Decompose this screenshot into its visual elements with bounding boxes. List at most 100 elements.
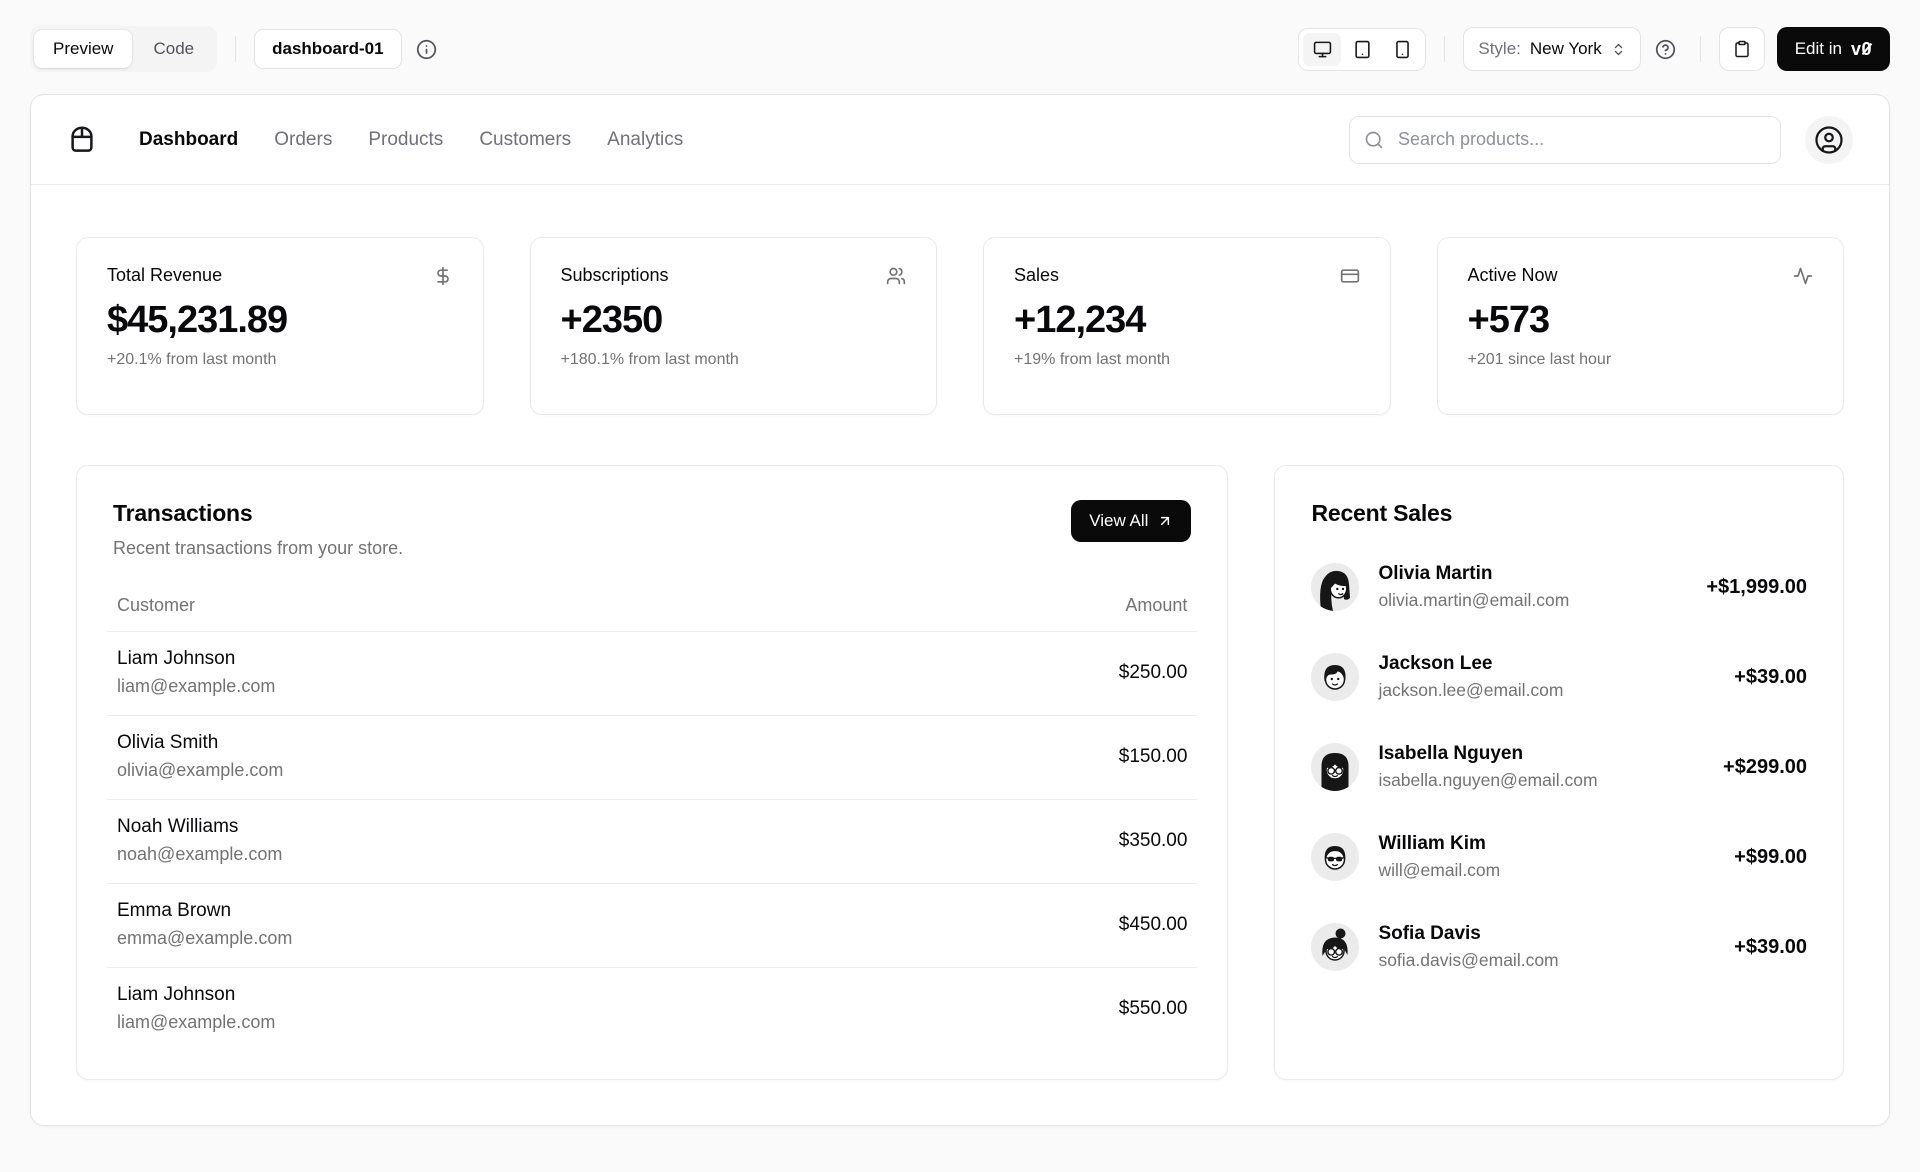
customer-name: Olivia Smith bbox=[117, 732, 847, 754]
view-all-button[interactable]: View All bbox=[1071, 500, 1191, 542]
stat-label: Subscriptions bbox=[561, 265, 669, 286]
circle-user-icon bbox=[1814, 125, 1844, 155]
stat-card-total-revenue: Total Revenue $45,231.89 +20.1% from las… bbox=[76, 237, 484, 415]
customer-email: noah@example.com bbox=[117, 844, 847, 865]
search-icon bbox=[1364, 130, 1384, 150]
main-nav: Dashboard Orders Products Customers Anal… bbox=[139, 129, 683, 151]
stat-card-sales: Sales +12,234 +19% from last month bbox=[983, 237, 1391, 415]
nav-customers[interactable]: Customers bbox=[479, 129, 571, 151]
nav-products[interactable]: Products bbox=[368, 129, 443, 151]
sale-customer-email: will@email.com bbox=[1378, 860, 1500, 881]
stat-change: +180.1% from last month bbox=[561, 351, 907, 369]
recent-sale-item: Jackson Lee jackson.lee@email.com +$39.0… bbox=[1311, 653, 1807, 701]
sale-customer-name: Jackson Lee bbox=[1378, 653, 1563, 675]
tablet-icon bbox=[1353, 40, 1372, 59]
stat-change: +19% from last month bbox=[1014, 351, 1360, 369]
customer-email: liam@example.com bbox=[117, 676, 847, 697]
credit-card-icon bbox=[1340, 266, 1360, 286]
help-icon-button[interactable] bbox=[1649, 33, 1682, 66]
edit-in-v0-button[interactable]: Edit in v0 bbox=[1777, 27, 1890, 71]
monitor-icon bbox=[1313, 40, 1332, 59]
style-select-value: New York bbox=[1530, 39, 1602, 59]
recent-sales-title: Recent Sales bbox=[1311, 500, 1807, 527]
avatar-william-kim bbox=[1311, 833, 1359, 881]
nav-orders[interactable]: Orders bbox=[274, 129, 332, 151]
toolbar-divider bbox=[1444, 36, 1445, 62]
transaction-amount: $150.00 bbox=[857, 716, 1198, 800]
users-icon bbox=[886, 266, 906, 286]
sale-customer-email: olivia.martin@email.com bbox=[1378, 590, 1569, 611]
customer-email: emma@example.com bbox=[117, 928, 847, 949]
avatar-sofia-davis bbox=[1311, 923, 1359, 971]
view-all-label: View All bbox=[1089, 511, 1148, 531]
sale-customer-email: sofia.davis@email.com bbox=[1378, 950, 1558, 971]
transaction-row: Olivia Smith olivia@example.com $150.00 bbox=[107, 716, 1197, 800]
avatar-jackson-lee bbox=[1311, 653, 1359, 701]
recent-sale-item: William Kim will@email.com +$99.00 bbox=[1311, 833, 1807, 881]
sale-amount: +$99.00 bbox=[1734, 846, 1807, 869]
user-menu-button[interactable] bbox=[1805, 116, 1853, 164]
clipboard-icon bbox=[1733, 40, 1751, 58]
stat-value: +2350 bbox=[561, 299, 907, 342]
transaction-row: Liam Johnson liam@example.com $250.00 bbox=[107, 632, 1197, 716]
customer-name: Liam Johnson bbox=[117, 648, 847, 670]
smartphone-icon bbox=[1393, 40, 1412, 59]
table-header-row: Customer Amount bbox=[107, 595, 1197, 632]
sale-customer-name: William Kim bbox=[1378, 833, 1500, 855]
sale-amount: +$299.00 bbox=[1723, 756, 1807, 779]
dashboard-frame: Dashboard Orders Products Customers Anal… bbox=[30, 94, 1890, 1126]
code-tab[interactable]: Code bbox=[134, 30, 213, 68]
copy-code-button[interactable] bbox=[1719, 27, 1765, 71]
transactions-subtitle: Recent transactions from your store. bbox=[113, 538, 403, 559]
info-icon bbox=[416, 39, 437, 60]
transaction-amount: $550.00 bbox=[857, 968, 1198, 1052]
transaction-amount: $350.00 bbox=[857, 800, 1198, 884]
stat-change: +20.1% from last month bbox=[107, 351, 453, 369]
view-mode-toggle: Preview Code bbox=[30, 26, 217, 72]
chevrons-up-down-icon bbox=[1611, 42, 1626, 57]
edit-in-label: Edit in bbox=[1795, 39, 1842, 59]
desktop-view-button[interactable] bbox=[1303, 33, 1341, 66]
transactions-card: Transactions Recent transactions from yo… bbox=[76, 465, 1228, 1080]
customer-email: olivia@example.com bbox=[117, 760, 847, 781]
stat-label: Active Now bbox=[1468, 265, 1558, 286]
transaction-row: Liam Johnsonliam@example.com $550.00 bbox=[107, 968, 1197, 1052]
stat-cards-row: Total Revenue $45,231.89 +20.1% from las… bbox=[76, 237, 1844, 415]
customer-email: liam@example.com bbox=[117, 1012, 847, 1033]
recent-sale-item: Olivia Martin olivia.martin@email.com +$… bbox=[1311, 563, 1807, 611]
stat-label: Sales bbox=[1014, 265, 1059, 286]
device-toggle-group bbox=[1298, 28, 1426, 71]
transaction-amount: $250.00 bbox=[857, 632, 1198, 716]
search-products bbox=[1349, 116, 1781, 164]
recent-sale-item: Sofia Davis sofia.davis@email.com +$39.0… bbox=[1311, 923, 1807, 971]
recent-sale-item: Isabella Nguyen isabella.nguyen@email.co… bbox=[1311, 743, 1807, 791]
nav-dashboard[interactable]: Dashboard bbox=[139, 129, 238, 151]
sale-customer-email: jackson.lee@email.com bbox=[1378, 680, 1563, 701]
sale-customer-name: Sofia Davis bbox=[1378, 923, 1558, 945]
nav-analytics[interactable]: Analytics bbox=[607, 129, 683, 151]
block-name-badge: dashboard-01 bbox=[254, 29, 401, 69]
tablet-view-button[interactable] bbox=[1343, 33, 1381, 66]
preview-toolbar: Preview Code dashboard-01 Style: New Yor… bbox=[0, 0, 1920, 94]
transactions-title: Transactions bbox=[113, 500, 403, 527]
help-icon bbox=[1655, 39, 1676, 60]
toolbar-divider bbox=[235, 36, 236, 62]
dollar-sign-icon bbox=[433, 266, 453, 286]
v0-logo-icon: v0 bbox=[1851, 39, 1872, 60]
stat-value: +573 bbox=[1468, 299, 1814, 342]
transaction-amount: $450.00 bbox=[857, 884, 1198, 968]
preview-tab[interactable]: Preview bbox=[34, 30, 132, 68]
stat-value: $45,231.89 bbox=[107, 299, 453, 342]
cards-row: Transactions Recent transactions from yo… bbox=[76, 465, 1844, 1080]
app-header: Dashboard Orders Products Customers Anal… bbox=[31, 95, 1889, 185]
stat-change: +201 since last hour bbox=[1468, 351, 1814, 369]
style-select[interactable]: Style: New York bbox=[1463, 27, 1640, 71]
customer-name: Noah Williams bbox=[117, 816, 847, 838]
mobile-view-button[interactable] bbox=[1383, 33, 1421, 66]
avatar-olivia-martin bbox=[1311, 563, 1359, 611]
style-select-label: Style: bbox=[1478, 39, 1521, 59]
search-products-input[interactable] bbox=[1349, 116, 1781, 164]
info-icon-button[interactable] bbox=[410, 33, 443, 66]
sale-customer-name: Olivia Martin bbox=[1378, 563, 1569, 585]
dashboard-content: Total Revenue $45,231.89 +20.1% from las… bbox=[31, 185, 1889, 1125]
